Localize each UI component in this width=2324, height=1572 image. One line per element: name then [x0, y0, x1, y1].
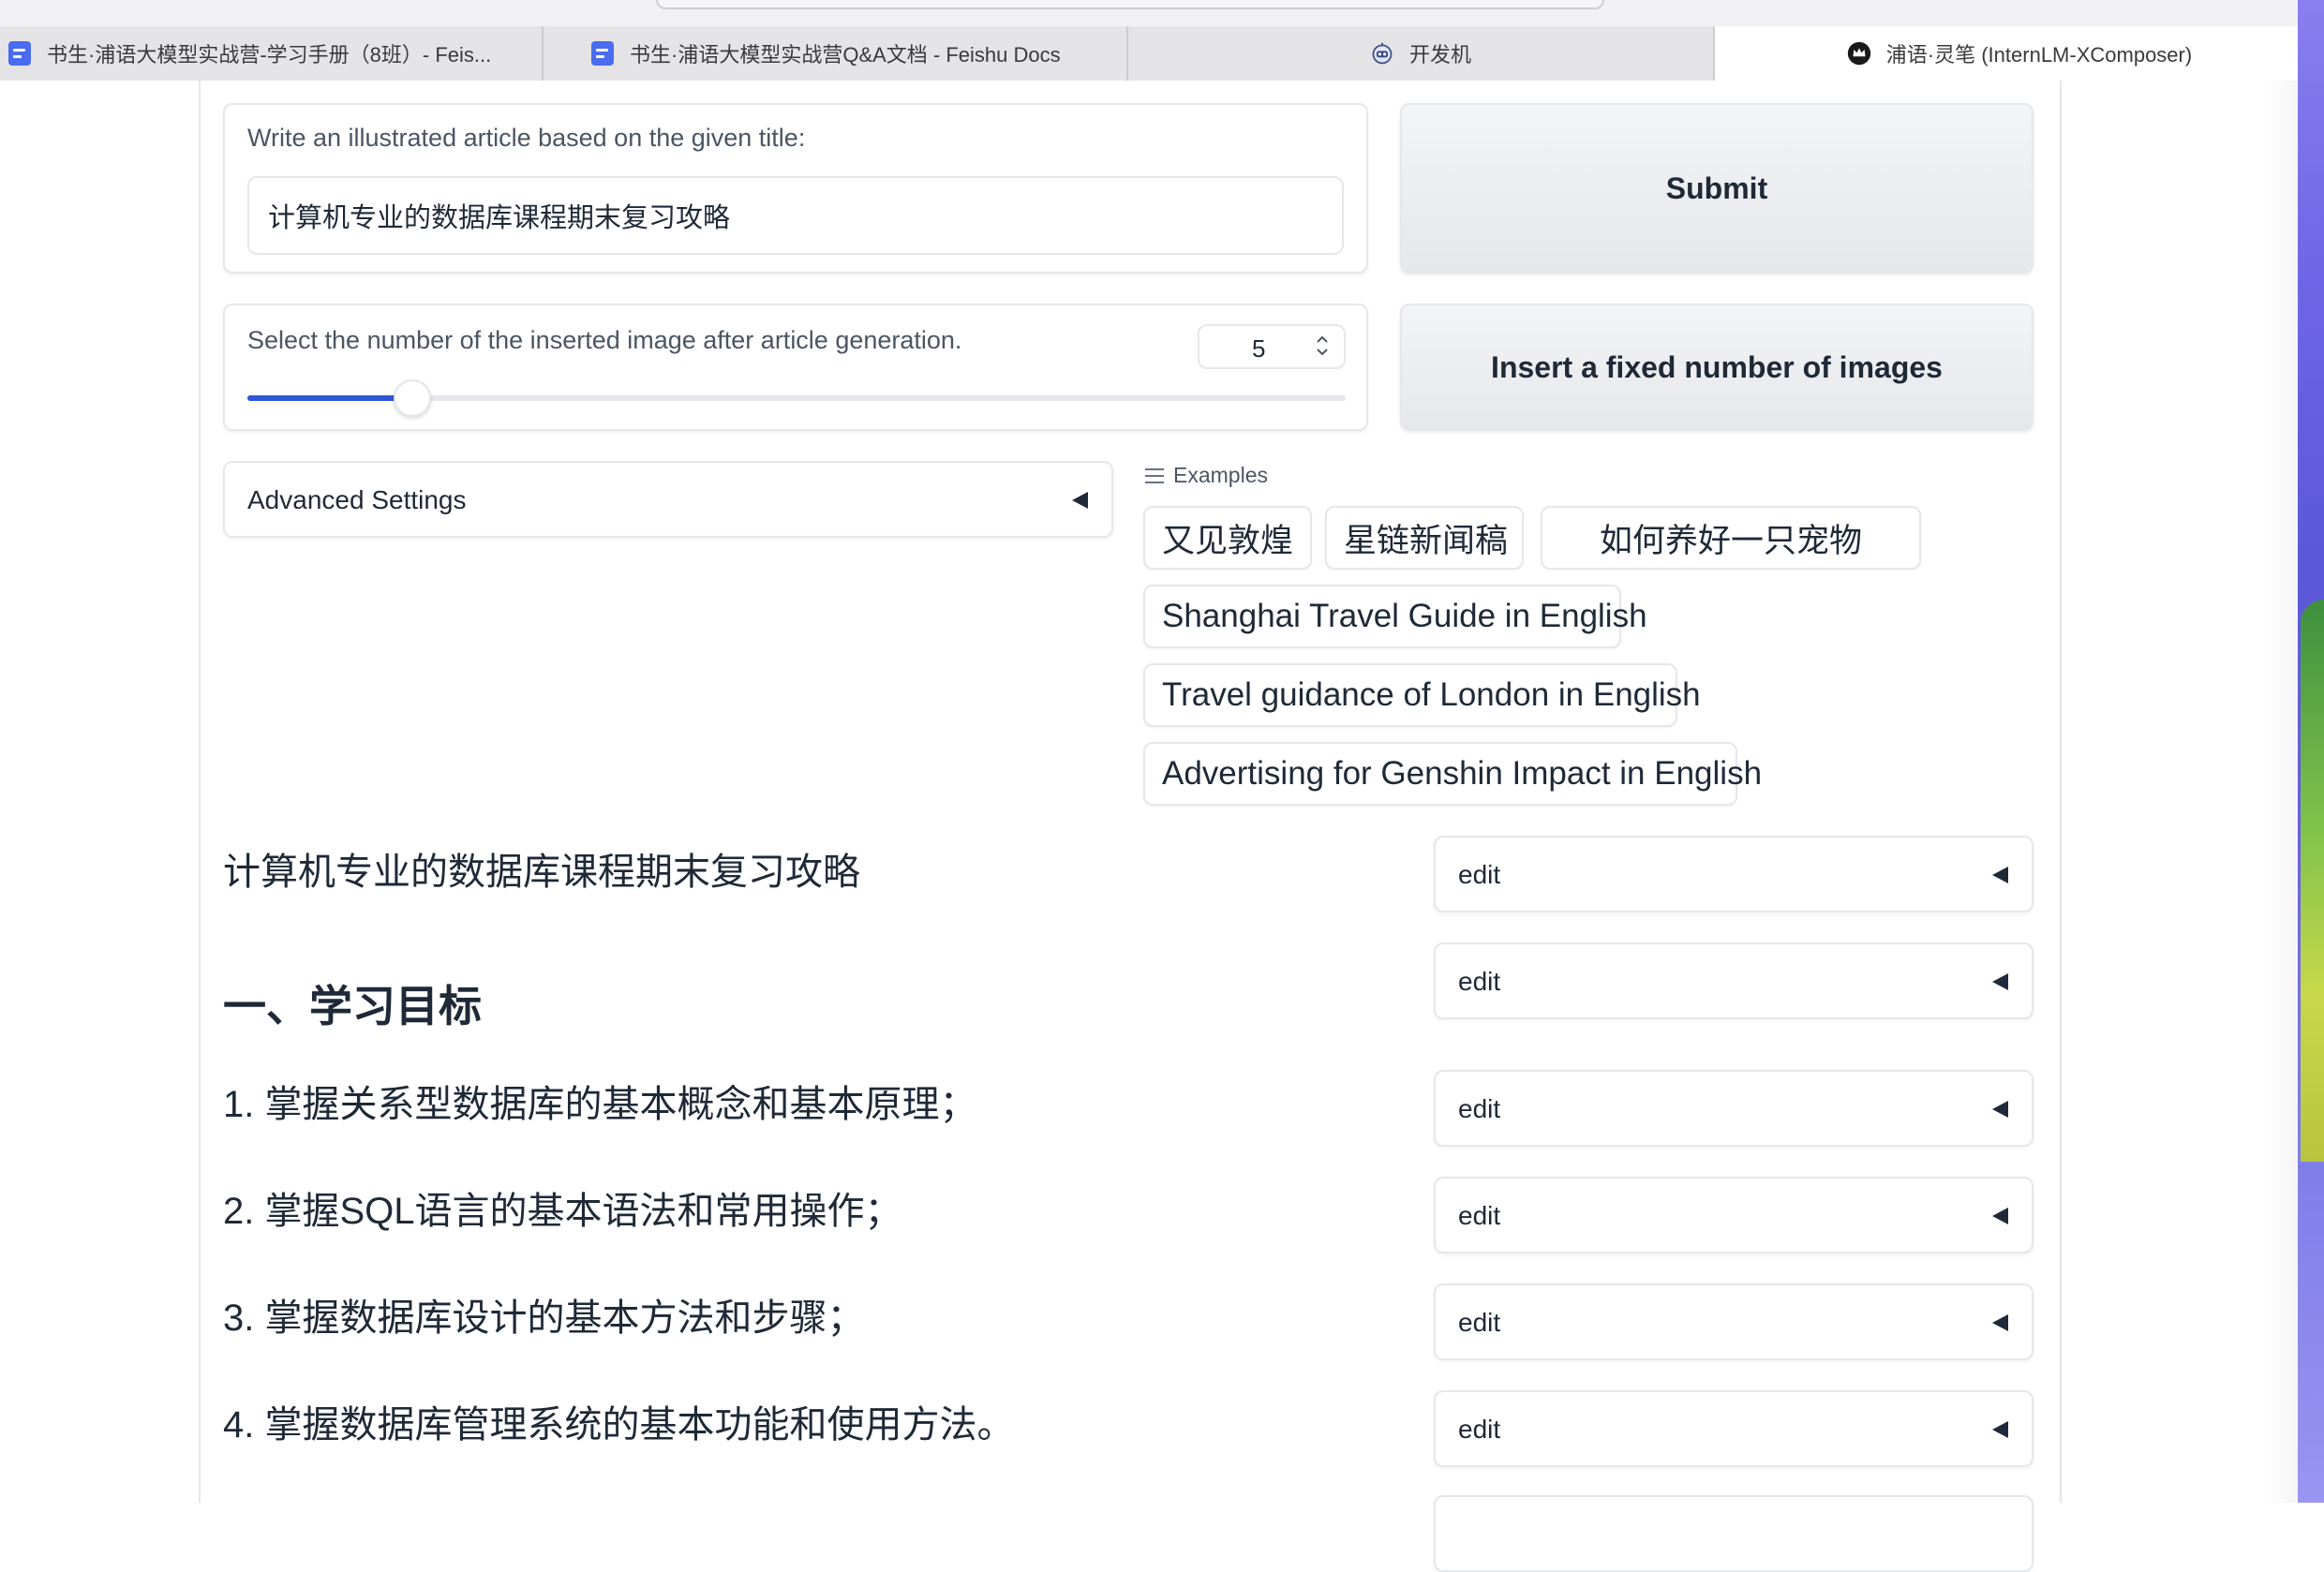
advanced-settings-accordion[interactable]: Advanced Settings [223, 461, 1113, 538]
image-count-number-input[interactable]: 5 [1198, 324, 1346, 369]
examples-header: Examples [1145, 463, 1268, 488]
examples-header-label: Examples [1173, 463, 1268, 487]
example-button[interactable]: Shanghai Travel Guide in English [1143, 585, 1647, 648]
edit-accordion[interactable]: edit [1434, 1177, 2034, 1253]
edit-accordion[interactable]: edit [1434, 1283, 2034, 1360]
window-edge [2268, 81, 2300, 1503]
image-count-block: Select the number of the inserted image … [223, 304, 1368, 431]
edit-label: edit [1458, 1201, 1501, 1230]
edit-accordion[interactable]: edit [1434, 1070, 2034, 1147]
edit-label: edit [1458, 860, 1501, 889]
edit-accordion[interactable]: edit [1434, 836, 2034, 912]
example-label: Travel guidance of London in English [1162, 676, 1701, 713]
example-button[interactable]: Travel guidance of London in English [1143, 663, 1701, 727]
edit-label: edit [1458, 967, 1501, 996]
example-label: Shanghai Travel Guide in English [1162, 598, 1647, 634]
crown-logo-icon [1847, 41, 1871, 66]
robot-icon [1370, 41, 1394, 66]
tab-qa-doc[interactable]: 书生·浦语大模型实战营Q&A文档 - Feishu Docs [544, 26, 1128, 81]
title-input-label: Write an illustrated article based on th… [247, 124, 806, 152]
collapse-triangle-icon [1992, 1208, 2008, 1224]
collapse-triangle-icon [1992, 867, 2008, 883]
doc-icon [590, 41, 615, 66]
article-paragraph: 2. 掌握SQL语言的基本语法和常用操作； [223, 1191, 902, 1232]
article-paragraph: 1. 掌握关系型数据库的基本概念和基本原理； [223, 1084, 977, 1125]
stepper-arrows-icon[interactable] [1312, 332, 1333, 360]
image-count-label: Select the number of the inserted image … [247, 326, 962, 354]
article-paragraph: 4. 掌握数据库管理系统的基本功能和使用方法。 [223, 1404, 1015, 1446]
title-input-block: Write an illustrated article based on th… [223, 103, 1368, 274]
example-button[interactable]: 如何养好一只宠物 [1541, 506, 1921, 570]
image-count-value: 5 [1252, 334, 1266, 363]
collapse-triangle-icon [1992, 1421, 2008, 1438]
example-label: 又见敦煌 [1162, 522, 1294, 559]
edit-accordion[interactable]: edit [1434, 1390, 2034, 1467]
article-paragraph: 3. 掌握数据库设计的基本方法和步骤； [223, 1298, 865, 1339]
tab-label: 书生·浦语大模型实战营-学习手册（8班）- Feis... [47, 43, 492, 67]
edit-accordion[interactable]: edit [1434, 942, 2034, 1019]
list-icon [1145, 467, 1164, 484]
title-input[interactable]: 计算机专业的数据库课程期末复习攻略 [247, 176, 1344, 255]
tab-label: 浦语·灵笔 (InternLM-XComposer) [1885, 43, 2193, 67]
example-label: Advertising for Genshin Impact in Englis… [1162, 755, 1763, 792]
advanced-settings-label: Advanced Settings [247, 485, 467, 514]
collapse-triangle-icon [1072, 492, 1088, 509]
tab-learning-manual[interactable]: 书生·浦语大模型实战营-学习手册（8班）- Feis... [0, 26, 544, 81]
desktop-wallpaper-hill [2301, 600, 2324, 1162]
doc-icon [7, 41, 32, 66]
edit-label: edit [1458, 1094, 1501, 1123]
insert-images-button[interactable]: Insert a fixed number of images [1400, 304, 2034, 431]
example-button[interactable]: 星链新闻稿 [1325, 506, 1524, 570]
browser-tab-bar: 书生·浦语大模型实战营-学习手册（8班）- Feis... 书生·浦语大模型实战… [0, 0, 2324, 81]
tab-label: 开发机 [1408, 43, 1471, 67]
tab-internlm-xcomposer[interactable]: 浦语·灵笔 (InternLM-XComposer) [1715, 26, 2324, 81]
collapse-triangle-icon [1992, 973, 2008, 990]
image-count-slider-handle[interactable] [394, 379, 431, 417]
article-heading: 一、学习目标 [223, 982, 482, 1031]
tab-dev-machine[interactable]: 开发机 [1128, 26, 1715, 81]
example-button[interactable]: Advertising for Genshin Impact in Englis… [1143, 742, 1762, 806]
collapse-triangle-icon [1992, 1101, 2008, 1118]
submit-button[interactable]: Submit [1400, 103, 2034, 274]
address-bar[interactable] [656, 0, 1604, 9]
example-button[interactable]: 又见敦煌 [1143, 506, 1312, 570]
tab-label: 书生·浦语大模型实战营Q&A文档 - Feishu Docs [630, 43, 1061, 67]
collapse-triangle-icon [1992, 1314, 2008, 1331]
edit-label: edit [1458, 1415, 1501, 1444]
edit-label: edit [1458, 1308, 1501, 1337]
example-label: 如何养好一只宠物 [1599, 522, 1862, 559]
edit-accordion-partial[interactable] [1434, 1495, 2034, 1572]
image-count-slider-fill [247, 395, 412, 401]
article-title-text: 计算机专业的数据库课程期末复习攻略 [223, 852, 860, 893]
example-label: 星链新闻稿 [1344, 522, 1509, 559]
